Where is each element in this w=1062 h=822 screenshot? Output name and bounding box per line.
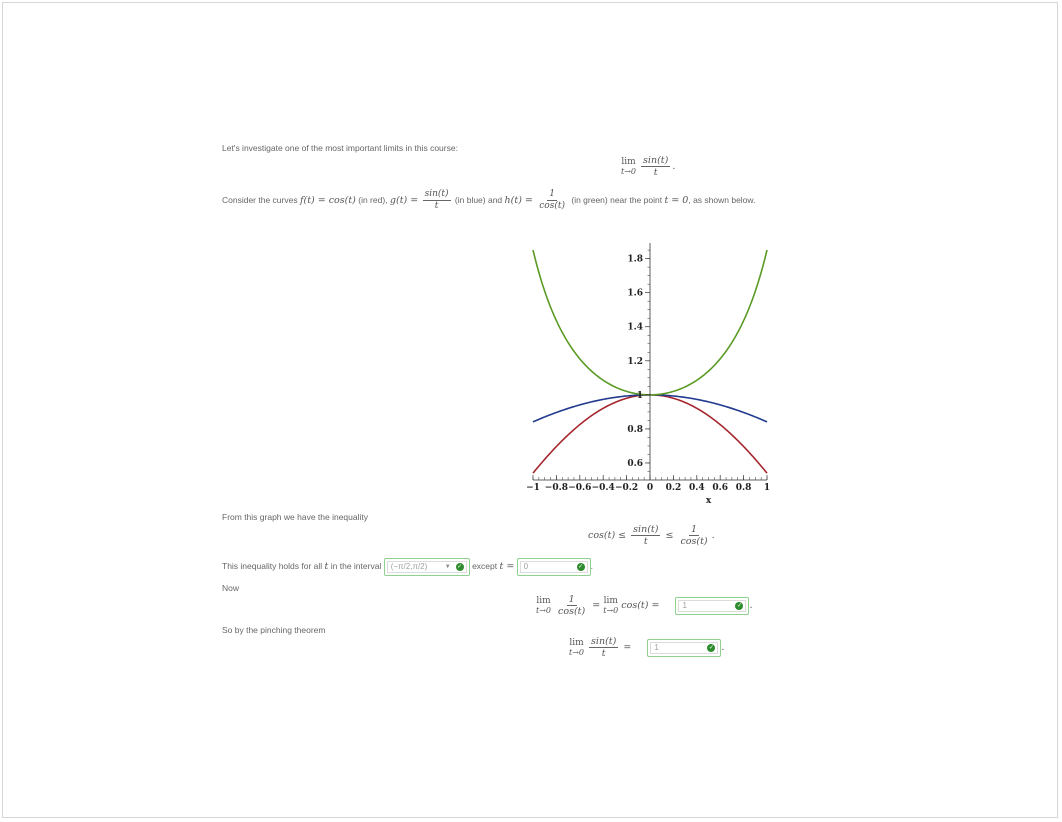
consider-text: Consider the curves f(t) = cos(t) (in re…: [222, 189, 756, 212]
inequality: cos(t) ≤ sin(t) t ≤ 1 cos(t).: [588, 524, 715, 547]
x-axis-label: x: [706, 496, 712, 506]
now-equation: lim t→0 1 cos(t) = lim t→0 cos(t) = 1 ✓ .: [536, 594, 753, 617]
except-input[interactable]: 0 ✓: [516, 557, 591, 576]
check-icon: ✓: [576, 562, 585, 571]
x-tick-label: −0.2: [615, 483, 638, 493]
x-tick-label: 0.4: [689, 483, 705, 493]
x-tick-label: 0.6: [712, 483, 728, 493]
chevron-down-icon: ▼: [444, 563, 451, 570]
x-tick-label: −0.6: [568, 483, 591, 493]
y-tick-label: 1.8: [627, 255, 643, 265]
check-icon: ✓: [707, 643, 716, 652]
holds-text: This inequality holds for all t in the i…: [222, 555, 593, 578]
main-limit: lim t→0 sin(t) t.: [621, 155, 676, 178]
pinch-limit-input[interactable]: 1 ✓: [647, 638, 722, 657]
y-tick-label: 1.4: [627, 323, 643, 333]
interval-select[interactable]: (−π/2,π/2) ▼ ✓: [383, 557, 470, 576]
x-tick-label: 1: [764, 483, 770, 493]
pinch-equation: lim t→0 sin(t) t = 1 ✓ .: [569, 636, 725, 659]
x-tick-label: −0.4: [592, 483, 615, 493]
x-tick-label: 0.2: [666, 483, 682, 493]
y-tick-label: 1: [637, 391, 643, 401]
now-label: Now: [222, 583, 240, 593]
intro-text: Let's investigate one of the most import…: [222, 143, 458, 153]
function-plot: −1 −0.8 −0.6 −0.4 −0.2 0 0.2 0.4 0.6 0.8 1 0.6 0.8 1 1…: [526, 243, 770, 506]
x-tick-label: −1: [526, 483, 540, 493]
now-limit-input[interactable]: 1 ✓: [675, 596, 750, 615]
y-tick-label: 0.6: [627, 459, 643, 469]
pinch-label: So by the pinching theorem: [222, 625, 326, 635]
graph-text: From this graph we have the inequality: [222, 512, 368, 522]
x-tick-label: −0.8: [545, 483, 568, 493]
y-tick-label: 1.6: [627, 289, 643, 299]
y-tick-label: 1.2: [627, 357, 643, 367]
x-tick-label: 0.8: [736, 483, 752, 493]
x-tick-label: 0: [647, 483, 653, 493]
y-tick-label: 0.8: [627, 425, 643, 435]
check-icon: ✓: [455, 562, 464, 571]
